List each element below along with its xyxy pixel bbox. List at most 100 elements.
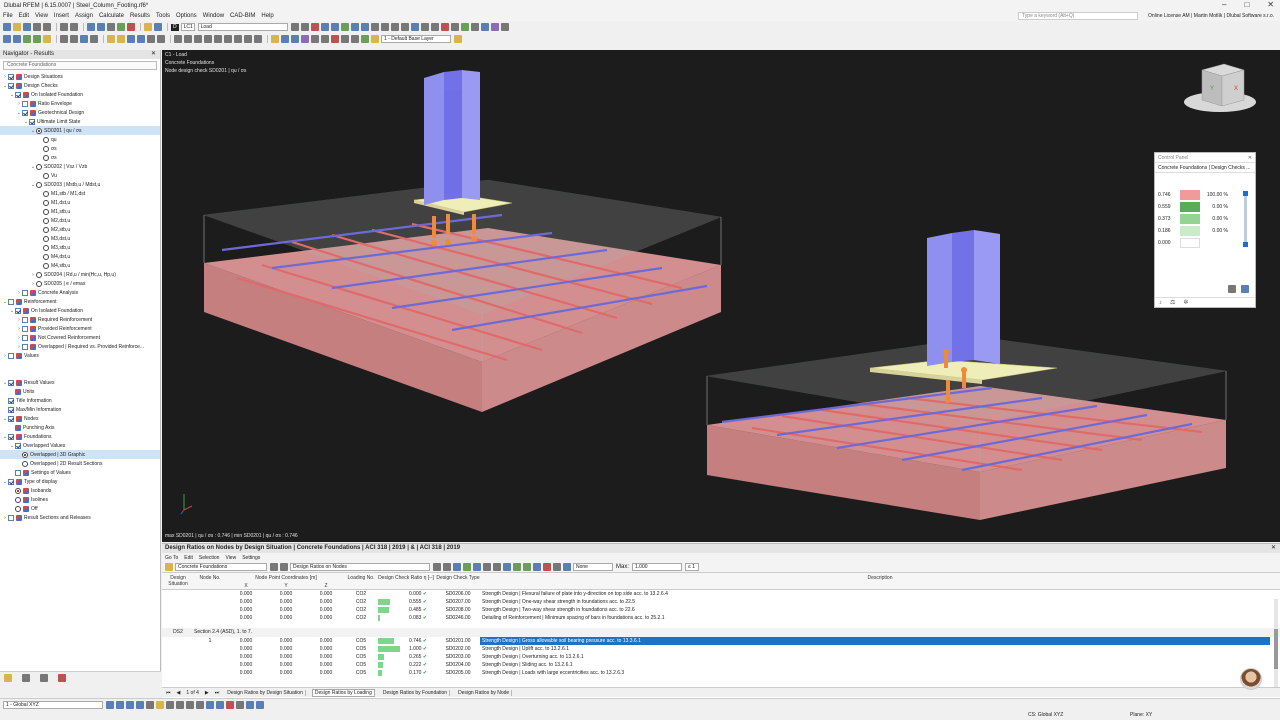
- tree-item[interactable]: › Result Sections and Releases: [0, 513, 160, 522]
- tree-item[interactable]: Vu: [0, 171, 160, 180]
- connect-icon[interactable]: [224, 35, 232, 43]
- new-file-icon[interactable]: [3, 23, 11, 31]
- tree-item[interactable]: › Concrete Analysis: [0, 288, 160, 297]
- tree-checkbox[interactable]: [22, 325, 28, 332]
- tree-radio[interactable]: [43, 190, 49, 197]
- table-edit-icon[interactable]: [341, 35, 349, 43]
- table-row[interactable]: 1 0.000 0.000 0.000 CO5 0.746 ✔ SD0201.00 Stren…: [162, 637, 1280, 645]
- snap-grid-icon[interactable]: [107, 35, 115, 43]
- menu-results[interactable]: Results: [130, 13, 150, 19]
- results-icon[interactable]: [127, 23, 135, 31]
- results-close-icon[interactable]: ✕: [1271, 544, 1276, 553]
- navigator-icon[interactable]: [97, 23, 105, 31]
- tree-item[interactable]: M1,stb / M1,dst: [0, 189, 160, 198]
- status-grid-icon[interactable]: [116, 700, 124, 709]
- tree-radio[interactable]: [43, 208, 49, 215]
- filter-select[interactable]: None: [573, 563, 613, 571]
- comment-icon[interactable]: [157, 35, 165, 43]
- status-workplane-icon[interactable]: [246, 700, 254, 709]
- next-lc-icon[interactable]: [300, 23, 309, 31]
- tree-item[interactable]: › Values: [0, 351, 160, 360]
- tree-radio[interactable]: [43, 262, 49, 269]
- tab-by-node[interactable]: Design Ratios by Node: [456, 689, 513, 696]
- tree-item[interactable]: ⌄ Design Checks: [0, 81, 160, 90]
- next-page-icon[interactable]: ▶: [205, 690, 209, 696]
- next-table-icon[interactable]: [280, 563, 288, 571]
- tree-radio[interactable]: [15, 487, 21, 494]
- guideline-icon[interactable]: [137, 35, 145, 43]
- iso-view-icon[interactable]: [410, 23, 419, 31]
- zoom-all-icon[interactable]: [400, 23, 409, 31]
- save-icon[interactable]: [23, 23, 31, 31]
- view-cube[interactable]: Y X: [1184, 63, 1256, 112]
- filter-options-icon[interactable]: [563, 563, 571, 571]
- tree-item[interactable]: › SD0204 | Rd,u / min(Hc,u, Hp,u): [0, 270, 160, 279]
- tree-radio[interactable]: [43, 253, 49, 260]
- select-icon[interactable]: [440, 23, 449, 31]
- table-row[interactable]: 0.000 0.000 0.000 CO5 0.265 ✔ SD0203.00 Streng…: [162, 653, 1280, 661]
- check-icon[interactable]: [361, 35, 369, 43]
- tree-radio[interactable]: [22, 460, 28, 467]
- merge-icon[interactable]: [254, 35, 262, 43]
- col-description[interactable]: Description: [480, 573, 1280, 589]
- tab-by-design-situation[interactable]: Design Ratios by Design Situation: [225, 689, 306, 696]
- addon-select[interactable]: Concrete Foundations: [175, 563, 267, 571]
- tree-item[interactable]: Overlapped | 3D Graphic: [0, 450, 160, 459]
- tree-radio[interactable]: [43, 154, 49, 161]
- col-y[interactable]: Y: [266, 581, 306, 589]
- line-icon[interactable]: [13, 35, 21, 43]
- measure-icon[interactable]: [450, 23, 459, 31]
- table-scrollbar[interactable]: [1274, 599, 1278, 694]
- menu-window[interactable]: Window: [203, 13, 224, 19]
- divide-icon[interactable]: [214, 35, 222, 43]
- filter-results-icon[interactable]: [453, 563, 461, 571]
- status-rect-icon[interactable]: [196, 700, 204, 709]
- minimize-icon[interactable]: –: [1222, 0, 1226, 9]
- open-file-icon[interactable]: [13, 23, 21, 31]
- tree-radio[interactable]: [36, 271, 42, 278]
- tree-item[interactable]: ⌄ Reinforcement: [0, 297, 160, 306]
- avatar[interactable]: [1240, 668, 1262, 690]
- calculate-all-icon[interactable]: [117, 23, 125, 31]
- tree-item[interactable]: › Required Reinforcement: [0, 315, 160, 324]
- tree-item[interactable]: Units: [0, 387, 160, 396]
- tree-item[interactable]: M2,stb,u: [0, 225, 160, 234]
- results-details-icon[interactable]: [523, 563, 531, 571]
- menu-assign[interactable]: Assign: [75, 13, 93, 19]
- previous-lc-icon[interactable]: [290, 23, 299, 31]
- max-operator[interactable]: ≤ 1: [685, 563, 700, 571]
- section-member-icon[interactable]: [90, 35, 98, 43]
- scale-icon[interactable]: [204, 35, 212, 43]
- trim-icon[interactable]: [244, 35, 252, 43]
- group-row[interactable]: DS2 Section 2.4 (ASD), 1. to 7.: [162, 628, 1280, 637]
- tree-radio[interactable]: [22, 451, 28, 458]
- extend-icon[interactable]: [234, 35, 242, 43]
- layer-select[interactable]: 1 - Default Base Layer: [381, 35, 451, 43]
- tree-item[interactable]: ⌄ Geotechnical Design: [0, 108, 160, 117]
- print-table-icon[interactable]: [493, 563, 501, 571]
- max-value-input[interactable]: 1.000: [632, 563, 683, 571]
- status-surface-icon[interactable]: [216, 700, 224, 709]
- tree-item[interactable]: › Design Situations: [0, 72, 160, 81]
- result-diagram-icon[interactable]: [310, 23, 319, 31]
- status-snap-icon[interactable]: [106, 700, 114, 709]
- hinge-icon[interactable]: [70, 35, 78, 43]
- tree-checkbox[interactable]: [29, 118, 35, 125]
- tree-checkbox[interactable]: [15, 91, 21, 98]
- status-load-icon[interactable]: [226, 700, 234, 709]
- tree-radio[interactable]: [15, 505, 21, 512]
- tree-item[interactable]: › Not Covered Reinforcement: [0, 333, 160, 342]
- tree-item[interactable]: M1,dst,u: [0, 198, 160, 207]
- tree-radio[interactable]: [36, 181, 42, 188]
- member-icon[interactable]: [23, 35, 31, 43]
- table-row[interactable]: 0.000 0.000 0.000 CO2 0.485 ✔ SD0208.00 Streng…: [162, 606, 1280, 614]
- tree-checkbox[interactable]: [8, 73, 14, 80]
- zoom-icon[interactable]: [390, 23, 399, 31]
- tree-radio[interactable]: [43, 145, 49, 152]
- rotate-icon[interactable]: [184, 35, 192, 43]
- navigator-results-tab-icon[interactable]: [58, 673, 66, 682]
- table-row[interactable]: 0.000 0.000 0.000 CO5 0.170 ✔ SD0205.00 Streng…: [162, 669, 1280, 677]
- warning-icon[interactable]: [371, 35, 379, 43]
- next-result-icon[interactable]: [443, 563, 451, 571]
- tree-checkbox[interactable]: [8, 433, 14, 440]
